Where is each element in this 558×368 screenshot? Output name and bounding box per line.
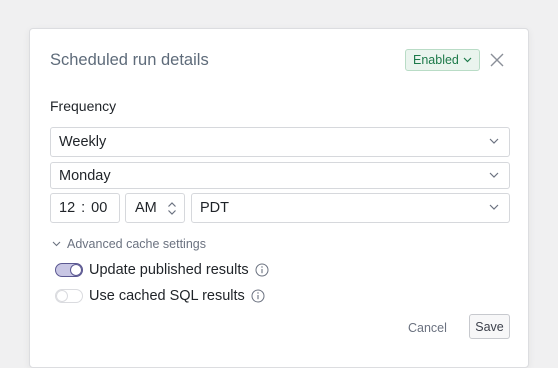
meridiem-value: AM (135, 200, 157, 216)
advanced-cache-toggle[interactable]: Advanced cache settings (52, 237, 206, 251)
time-separator: : (81, 200, 86, 216)
save-button[interactable]: Save (469, 314, 510, 339)
advanced-cache-label: Advanced cache settings (67, 237, 206, 251)
toggle-knob (70, 264, 82, 276)
timezone-value: PDT (200, 200, 229, 216)
status-dropdown[interactable]: Enabled (405, 49, 480, 71)
toggle-knob (56, 290, 68, 302)
cancel-button[interactable]: Cancel (408, 315, 447, 340)
time-input: 12 : 00 (50, 193, 120, 223)
scheduled-run-dialog: Scheduled run details Enabled Frequency … (29, 28, 529, 368)
frequency-label: Frequency (50, 98, 117, 114)
day-value: Monday (59, 167, 111, 184)
close-icon[interactable] (489, 52, 505, 68)
day-select[interactable]: Monday (50, 162, 510, 189)
chevron-down-icon (489, 204, 499, 210)
use-cached-sql-row: Use cached SQL results (55, 288, 265, 304)
info-icon[interactable] (255, 263, 269, 277)
meridiem-select[interactable]: AM (125, 193, 185, 223)
update-published-results-label: Update published results (89, 262, 249, 278)
chevron-down-icon (52, 241, 61, 247)
hour-field[interactable]: 12 (59, 200, 75, 216)
chevron-down-icon (489, 172, 499, 178)
use-cached-sql-toggle[interactable] (55, 289, 83, 303)
status-label: Enabled (413, 53, 459, 67)
update-published-results-toggle[interactable] (55, 263, 83, 277)
interval-value: Weekly (59, 134, 107, 150)
chevron-down-icon (489, 138, 499, 144)
dialog-title: Scheduled run details (50, 51, 209, 69)
interval-select[interactable]: Weekly (50, 127, 510, 157)
minute-field[interactable]: 00 (91, 200, 107, 216)
update-published-results-row: Update published results (55, 262, 269, 278)
up-down-chevron-icon (168, 202, 176, 215)
use-cached-sql-label: Use cached SQL results (89, 288, 245, 304)
info-icon[interactable] (251, 289, 265, 303)
chevron-down-icon (463, 57, 472, 63)
timezone-select[interactable]: PDT (191, 193, 510, 223)
